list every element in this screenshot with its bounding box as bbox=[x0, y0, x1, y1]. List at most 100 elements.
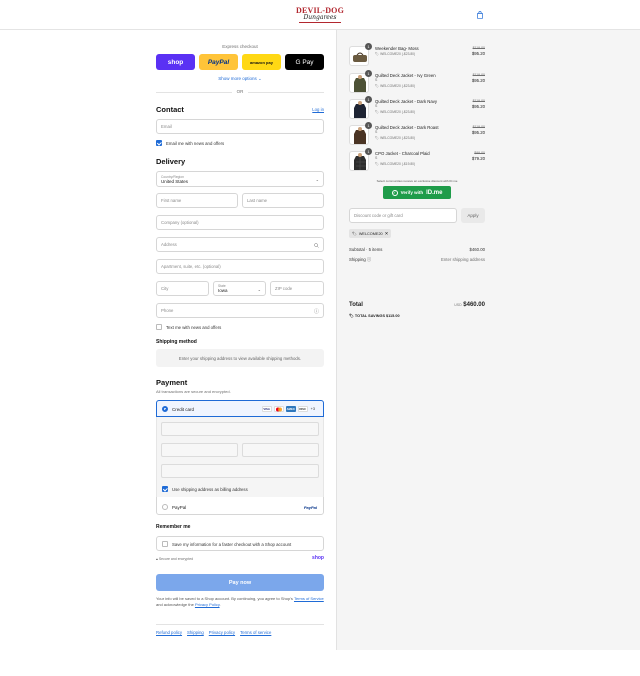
close-icon[interactable]: ✕ bbox=[385, 231, 389, 237]
secure-note: 🔒︎ Secure and encrypted bbox=[156, 557, 194, 561]
last-name-field[interactable]: Last name bbox=[242, 193, 324, 208]
subtotal-value: $460.00 bbox=[469, 247, 485, 252]
payment-subtitle: All transactions are secure and encrypte… bbox=[156, 389, 231, 394]
payment-heading: Payment bbox=[156, 378, 188, 387]
item-price: $95.20 bbox=[471, 130, 485, 135]
line-item: 1 Quilted Deck Jacket - Dark Navy S 🏷︎ W… bbox=[349, 96, 485, 123]
name-on-card-field[interactable] bbox=[161, 464, 319, 478]
email-field[interactable]: Email bbox=[156, 119, 324, 134]
discount-code-field[interactable]: Discount code or gift card bbox=[349, 208, 457, 223]
refund-policy-link[interactable]: Refund policy bbox=[156, 630, 182, 635]
security-code-field[interactable] bbox=[242, 443, 319, 457]
tag-icon: 🏷︎ bbox=[352, 232, 357, 236]
show-more-options[interactable]: Show more options ⌄ bbox=[156, 76, 324, 82]
credit-card-label: Credit card bbox=[172, 407, 195, 412]
company-placeholder: Company (optional) bbox=[161, 220, 199, 225]
item-discount-text: WELCOME20 (-$23.80) bbox=[380, 136, 416, 140]
item-original-price: $119.00 bbox=[472, 46, 485, 50]
item-variant: S bbox=[375, 104, 378, 108]
news-checkbox[interactable] bbox=[156, 140, 162, 146]
first-name-placeholder: First name bbox=[161, 198, 182, 203]
delivery-heading: Delivery bbox=[156, 157, 186, 166]
discount-tag-code: WELCOME20 bbox=[358, 231, 383, 236]
quantity-badge: 1 bbox=[365, 122, 372, 129]
card-logos: VISA AMEX DISC +3 bbox=[261, 406, 315, 412]
country-select[interactable]: Country/Region United States ⌄ bbox=[156, 171, 324, 187]
line-item: 1 Quilted Deck Jacket - Ivy Green S 🏷︎ W… bbox=[349, 70, 485, 97]
credit-card-radio[interactable] bbox=[162, 406, 168, 412]
apartment-placeholder: Apartment, suite, etc. (optional) bbox=[161, 264, 221, 269]
paypal-option-label[interactable]: PayPal bbox=[172, 505, 186, 510]
billing-checkbox[interactable] bbox=[162, 486, 168, 492]
amex-icon: AMEX bbox=[285, 406, 296, 412]
remember-option[interactable]: Save my information for a faster checkou… bbox=[156, 536, 324, 551]
paypal-button[interactable]: PayPal bbox=[199, 54, 238, 70]
savings-text: TOTAL SAVINGS $115.00 bbox=[354, 314, 400, 318]
shopping-bag-icon[interactable] bbox=[476, 11, 484, 19]
help-icon[interactable]: ⓘ bbox=[314, 308, 319, 315]
item-price: $95.20 bbox=[471, 78, 485, 83]
item-original-price: $119.00 bbox=[472, 125, 485, 129]
visa-icon: VISA bbox=[261, 406, 272, 412]
brand-subname: Dungarees bbox=[303, 14, 337, 21]
item-discount: 🏷︎ WELCOME20 (-$19.80) bbox=[375, 162, 416, 166]
google-pay-button[interactable]: G Pay bbox=[285, 54, 324, 70]
text-checkbox[interactable] bbox=[156, 324, 162, 330]
item-discount-text: WELCOME20 (-$19.80) bbox=[380, 162, 416, 166]
brand-logo[interactable]: DEVIL-DOG Dungarees bbox=[294, 7, 346, 23]
remember-checkbox[interactable] bbox=[162, 541, 168, 547]
more-cards: +3 bbox=[310, 407, 315, 411]
item-original-price: $99.00 bbox=[474, 151, 485, 155]
search-icon bbox=[314, 243, 319, 248]
first-name-field[interactable]: First name bbox=[156, 193, 238, 208]
apartment-field[interactable]: Apartment, suite, etc. (optional) bbox=[156, 259, 324, 274]
text-label: Text me with news and offers bbox=[166, 325, 222, 330]
zip-placeholder: ZIP code bbox=[275, 286, 293, 291]
shipping-method-heading: Shipping method bbox=[156, 339, 197, 345]
verify-idme-button[interactable]: ✓ Verify with ID.me bbox=[383, 186, 451, 199]
email-placeholder: Email bbox=[161, 124, 172, 129]
shipping-link[interactable]: Shipping bbox=[187, 630, 204, 635]
company-field[interactable]: Company (optional) bbox=[156, 215, 324, 230]
subtotal-label: Subtotal · 5 items bbox=[349, 247, 383, 252]
total-label: Total bbox=[349, 302, 363, 308]
privacy-link[interactable]: Privacy Policy bbox=[195, 602, 220, 607]
secure-text: Secure and encrypted bbox=[158, 557, 194, 561]
item-price: $79.20 bbox=[471, 156, 485, 161]
address-field[interactable]: Address bbox=[156, 237, 324, 252]
line-item: 1 Weekender Bag- Moss 🏷︎ WELCOME20 (-$23… bbox=[349, 43, 485, 70]
item-original-price: $119.00 bbox=[472, 99, 485, 103]
quantity-badge: 1 bbox=[365, 148, 372, 155]
amazon-pay-button[interactable]: amazon pay bbox=[242, 54, 281, 70]
total-savings: 🏷︎ TOTAL SAVINGS $115.00 bbox=[349, 313, 400, 318]
item-discount-text: WELCOME20 (-$23.80) bbox=[380, 84, 416, 88]
total-value: $460.00 bbox=[463, 302, 485, 308]
item-name: Quilted Deck Jacket - Dark Roast bbox=[375, 125, 439, 130]
terms-of-service-link[interactable]: Terms of service bbox=[240, 630, 271, 635]
privacy-policy-link[interactable]: Privacy policy bbox=[209, 630, 235, 635]
or-text: OR bbox=[236, 89, 244, 94]
remember-label: Save my information for a faster checkou… bbox=[172, 542, 292, 547]
paypal-radio[interactable] bbox=[162, 504, 168, 510]
apply-button[interactable]: Apply bbox=[461, 208, 485, 223]
item-name: Quilted Deck Jacket - Dark Navy bbox=[375, 99, 438, 104]
city-field[interactable]: City bbox=[156, 281, 209, 296]
legal-text-1: Your info will be saved to a Shop accoun… bbox=[156, 596, 293, 601]
terms-link[interactable]: Terms of Service bbox=[294, 596, 324, 601]
card-number-field[interactable] bbox=[161, 422, 319, 436]
phone-field[interactable]: Phone ⓘ bbox=[156, 303, 324, 318]
mastercard-icon bbox=[273, 406, 284, 412]
pay-now-button[interactable]: Pay now bbox=[156, 574, 324, 591]
idme-brand: ID.me bbox=[426, 189, 443, 196]
total-currency: USD bbox=[454, 303, 462, 307]
item-name: Weekender Bag- Moss bbox=[375, 46, 419, 51]
zip-field[interactable]: ZIP code bbox=[270, 281, 324, 296]
login-link[interactable]: Log in bbox=[312, 107, 324, 112]
chevron-down-icon: ⌄ bbox=[315, 177, 319, 182]
legal-text: Your info will be saved to a Shop accoun… bbox=[156, 596, 324, 608]
verify-label: Verify with bbox=[400, 190, 424, 195]
credit-card-option[interactable]: Credit card VISA AMEX DISC +3 bbox=[156, 400, 324, 417]
expiration-field[interactable] bbox=[161, 443, 238, 457]
state-select[interactable]: State Iowa ⌄ bbox=[213, 281, 266, 296]
shop-pay-button[interactable]: shop bbox=[156, 54, 195, 70]
